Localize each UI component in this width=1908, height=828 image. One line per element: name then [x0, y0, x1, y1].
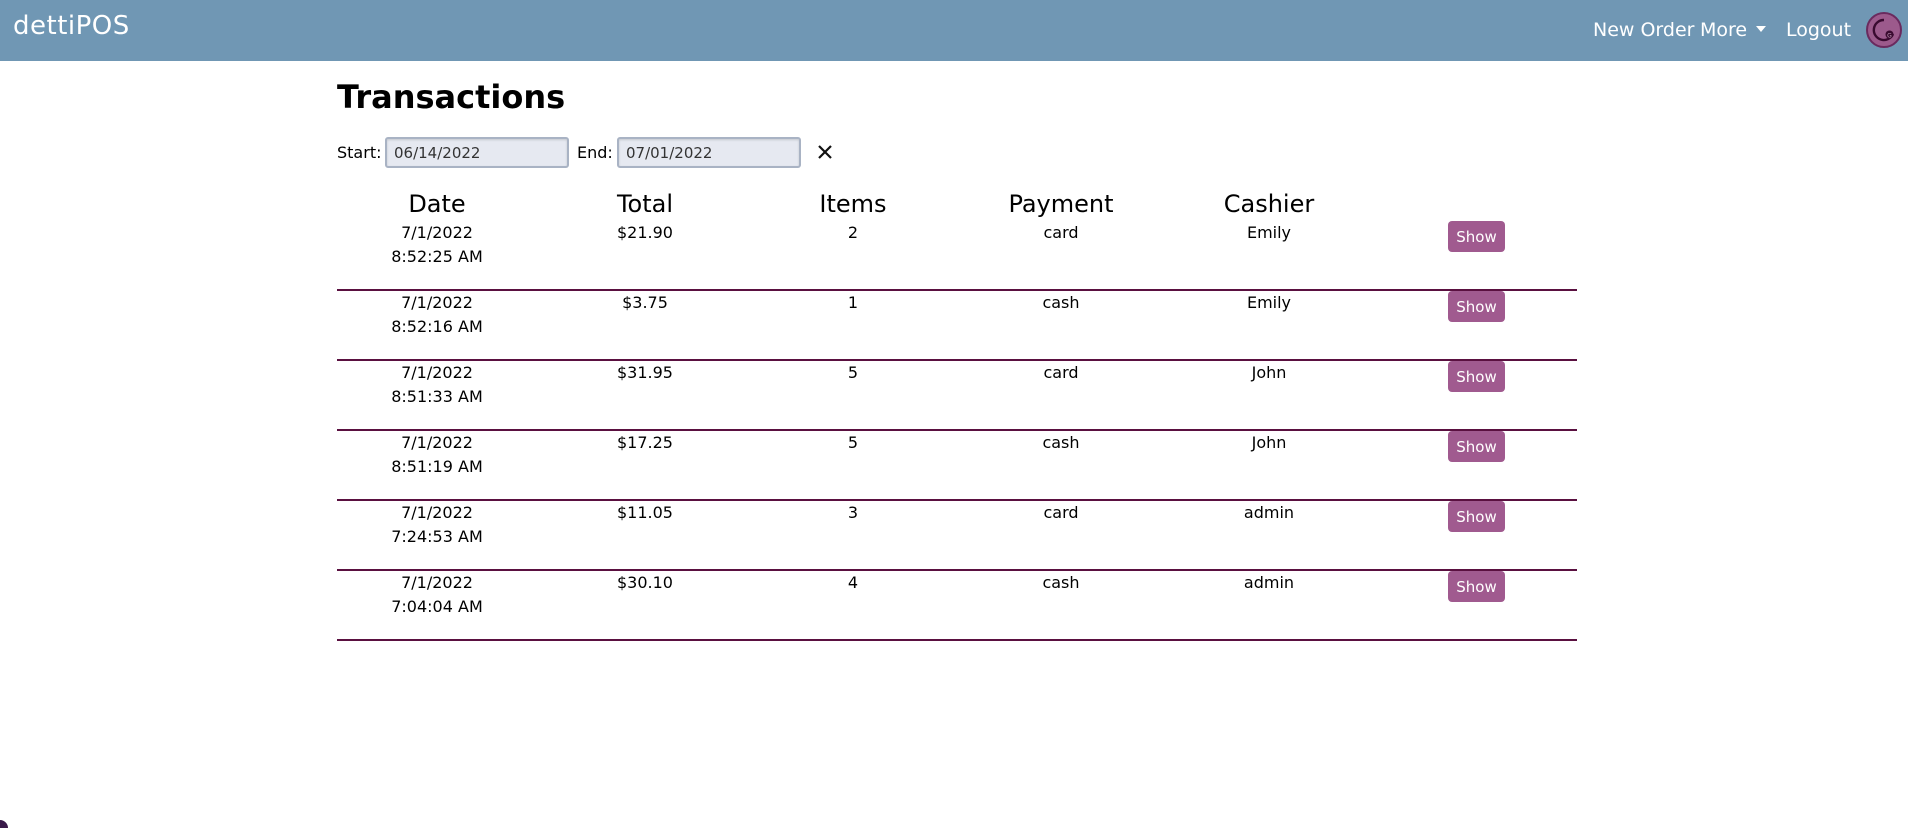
date-cell: 7/1/2022 7:04:04 AM: [337, 571, 537, 619]
date-text: 7/1/2022: [401, 433, 473, 452]
items-cell: 1: [847, 293, 859, 312]
window-corner: [0, 820, 8, 828]
start-date-input[interactable]: [385, 137, 569, 168]
show-button[interactable]: Show: [1448, 361, 1505, 392]
date-cell: 7/1/2022 8:52:25 AM: [337, 221, 537, 269]
date-cell: 7/1/2022 8:51:33 AM: [337, 361, 537, 409]
nav-more-label: More: [1700, 19, 1748, 41]
column-header-items: Items: [819, 190, 887, 218]
show-button[interactable]: Show: [1448, 291, 1505, 322]
time-text: 8:52:16 AM: [391, 317, 483, 336]
chevron-down-icon: [1756, 25, 1767, 32]
show-button[interactable]: Show: [1448, 571, 1505, 602]
items-cell: 5: [847, 433, 859, 452]
page-title: Transactions: [337, 78, 566, 116]
date-text: 7/1/2022: [401, 223, 473, 242]
items-cell: 2: [847, 223, 859, 242]
cashier-cell: Emily: [1246, 223, 1292, 242]
total-cell: $30.10: [617, 573, 673, 592]
date-cell: 7/1/2022 8:51:19 AM: [337, 431, 537, 479]
clear-filter-button[interactable]: [814, 141, 836, 163]
end-date-input[interactable]: [617, 137, 801, 168]
table-row: 7/1/2022 8:51:33 AM $31.95 5 card John S…: [337, 361, 1577, 431]
avatar[interactable]: G: [1866, 12, 1902, 48]
date-text: 7/1/2022: [401, 363, 473, 382]
column-header-cashier: Cashier: [1223, 190, 1315, 218]
cashier-cell: admin: [1243, 503, 1295, 522]
nav-logout-link[interactable]: Logout: [1786, 19, 1851, 41]
show-button[interactable]: Show: [1448, 501, 1505, 532]
payment-cell: card: [1043, 503, 1079, 522]
payment-cell: cash: [1042, 293, 1080, 312]
total-cell: $31.95: [617, 363, 673, 382]
total-cell: $21.90: [617, 223, 673, 242]
time-text: 8:51:19 AM: [391, 457, 483, 476]
date-cell: 7/1/2022 8:52:16 AM: [337, 291, 537, 339]
start-date-label: Start:: [337, 143, 382, 162]
payment-cell: cash: [1042, 573, 1080, 592]
time-text: 8:51:33 AM: [391, 387, 483, 406]
table-row: 7/1/2022 8:52:25 AM $21.90 2 card Emily …: [337, 221, 1577, 291]
payment-cell: cash: [1042, 433, 1080, 452]
navbar: dettiPOS New Order More Logout G: [0, 0, 1908, 61]
total-cell: $17.25: [617, 433, 673, 452]
nav-more-dropdown[interactable]: More: [1700, 19, 1767, 41]
cashier-cell: admin: [1243, 573, 1295, 592]
cashier-cell: John: [1251, 433, 1287, 452]
cashier-cell: John: [1251, 363, 1287, 382]
time-text: 7:04:04 AM: [391, 597, 483, 616]
nav-new-order-link[interactable]: New Order: [1593, 19, 1694, 41]
date-cell: 7/1/2022 7:24:53 AM: [337, 501, 537, 549]
close-icon: [818, 145, 832, 159]
items-cell: 3: [847, 503, 859, 522]
table-row: 7/1/2022 7:04:04 AM $30.10 4 cash admin …: [337, 571, 1577, 641]
column-header-payment: Payment: [1008, 190, 1114, 218]
svg-text:G: G: [1887, 33, 1892, 40]
end-date-label: End:: [577, 143, 613, 162]
column-header-date: Date: [408, 190, 466, 218]
payment-cell: card: [1043, 223, 1079, 242]
column-header-total: Total: [616, 190, 674, 218]
total-cell: $3.75: [622, 293, 668, 312]
cashier-cell: Emily: [1246, 293, 1292, 312]
date-text: 7/1/2022: [401, 293, 473, 312]
show-button[interactable]: Show: [1448, 431, 1505, 462]
brand-logo[interactable]: dettiPOS: [13, 11, 130, 41]
items-cell: 4: [847, 573, 859, 592]
time-text: 8:52:25 AM: [391, 247, 483, 266]
date-text: 7/1/2022: [401, 503, 473, 522]
table-row: 7/1/2022 8:52:16 AM $3.75 1 cash Emily S…: [337, 291, 1577, 361]
table-row: 7/1/2022 7:24:53 AM $11.05 3 card admin …: [337, 501, 1577, 571]
show-button[interactable]: Show: [1448, 221, 1505, 252]
table-row: 7/1/2022 8:51:19 AM $17.25 5 cash John S…: [337, 431, 1577, 501]
items-cell: 5: [847, 363, 859, 382]
total-cell: $11.05: [617, 503, 673, 522]
date-text: 7/1/2022: [401, 573, 473, 592]
payment-cell: card: [1043, 363, 1079, 382]
time-text: 7:24:53 AM: [391, 527, 483, 546]
user-avatar-icon: G: [1872, 18, 1895, 42]
